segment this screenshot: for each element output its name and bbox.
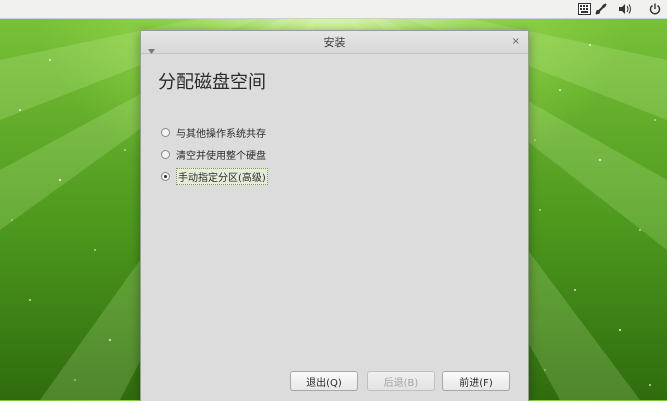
page-title: 分配磁盘空间 xyxy=(158,72,266,93)
installer-window: 安装 × 分配磁盘空间 与其他操作系统共存 清空并使用整个硬盘 手动指定分区(高… xyxy=(140,30,529,401)
option-coexist-label: 与其他操作系统共存 xyxy=(176,128,266,140)
volume-icon[interactable] xyxy=(617,0,633,18)
back-button[interactable]: 后退(B) xyxy=(367,371,435,391)
option-erase-disk-label: 清空并使用整个硬盘 xyxy=(176,150,266,162)
option-erase-disk[interactable]: 清空并使用整个硬盘 xyxy=(161,145,266,163)
option-coexist[interactable]: 与其他操作系统共存 xyxy=(161,123,266,141)
window-title: 安装 xyxy=(323,36,346,49)
radio-erase-disk[interactable] xyxy=(161,149,170,159)
top-panel xyxy=(0,0,667,19)
option-manual[interactable]: 手动指定分区(高级) xyxy=(161,167,268,185)
network-icon[interactable] xyxy=(593,0,609,18)
quit-button[interactable]: 退出(Q) xyxy=(290,371,358,391)
option-manual-label: 手动指定分区(高级) xyxy=(176,167,268,185)
close-icon[interactable]: × xyxy=(512,36,520,47)
window-titlebar[interactable]: 安装 × xyxy=(141,31,528,54)
forward-button[interactable]: 前进(F) xyxy=(442,371,510,391)
radio-coexist[interactable] xyxy=(161,127,170,137)
keyboard-icon[interactable] xyxy=(576,0,592,18)
radio-manual[interactable] xyxy=(161,171,170,181)
power-icon[interactable] xyxy=(647,0,663,18)
